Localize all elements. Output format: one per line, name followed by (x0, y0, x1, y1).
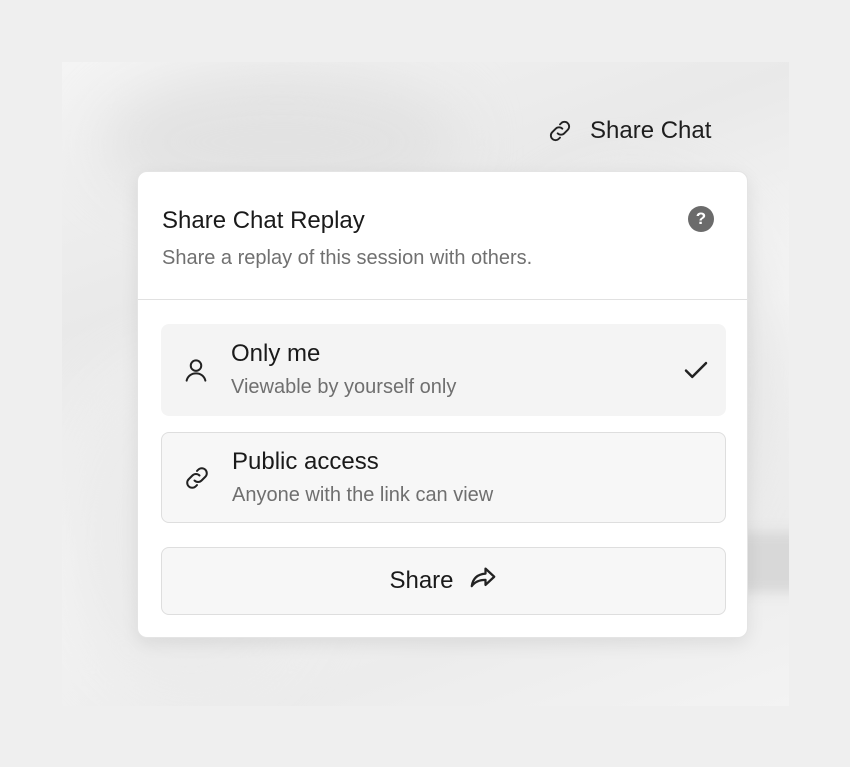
share-chat-popover: Share Chat Replay Share a replay of this… (137, 171, 748, 638)
share-chat-label: Share Chat (590, 117, 712, 144)
popover-subtitle: Share a replay of this session with othe… (162, 247, 533, 269)
popover-title: Share Chat Replay (162, 207, 365, 234)
user-icon (161, 355, 231, 385)
option-description: Anyone with the link can view (232, 483, 494, 506)
link-icon (544, 115, 576, 147)
share-chat-button[interactable]: Share Chat (544, 112, 711, 150)
share-arrow-icon (468, 563, 498, 600)
option-label: Only me (231, 340, 321, 367)
share-button-label: Share (389, 567, 454, 594)
check-icon (666, 355, 726, 385)
question-circle-icon[interactable]: ? (688, 206, 714, 232)
popover-header: Share Chat Replay Share a replay of this… (138, 172, 747, 300)
link-icon (162, 463, 232, 493)
option-description: Viewable by yourself only (231, 376, 457, 398)
option-label: Public access (232, 447, 379, 475)
option-text: Public access Anyone with the link can v… (232, 447, 725, 509)
option-only-me[interactable]: Only me Viewable by yourself only (161, 324, 726, 416)
share-button[interactable]: Share (161, 547, 726, 615)
option-public-access[interactable]: Public access Anyone with the link can v… (161, 432, 726, 523)
option-text: Only me Viewable by yourself only (231, 339, 666, 401)
